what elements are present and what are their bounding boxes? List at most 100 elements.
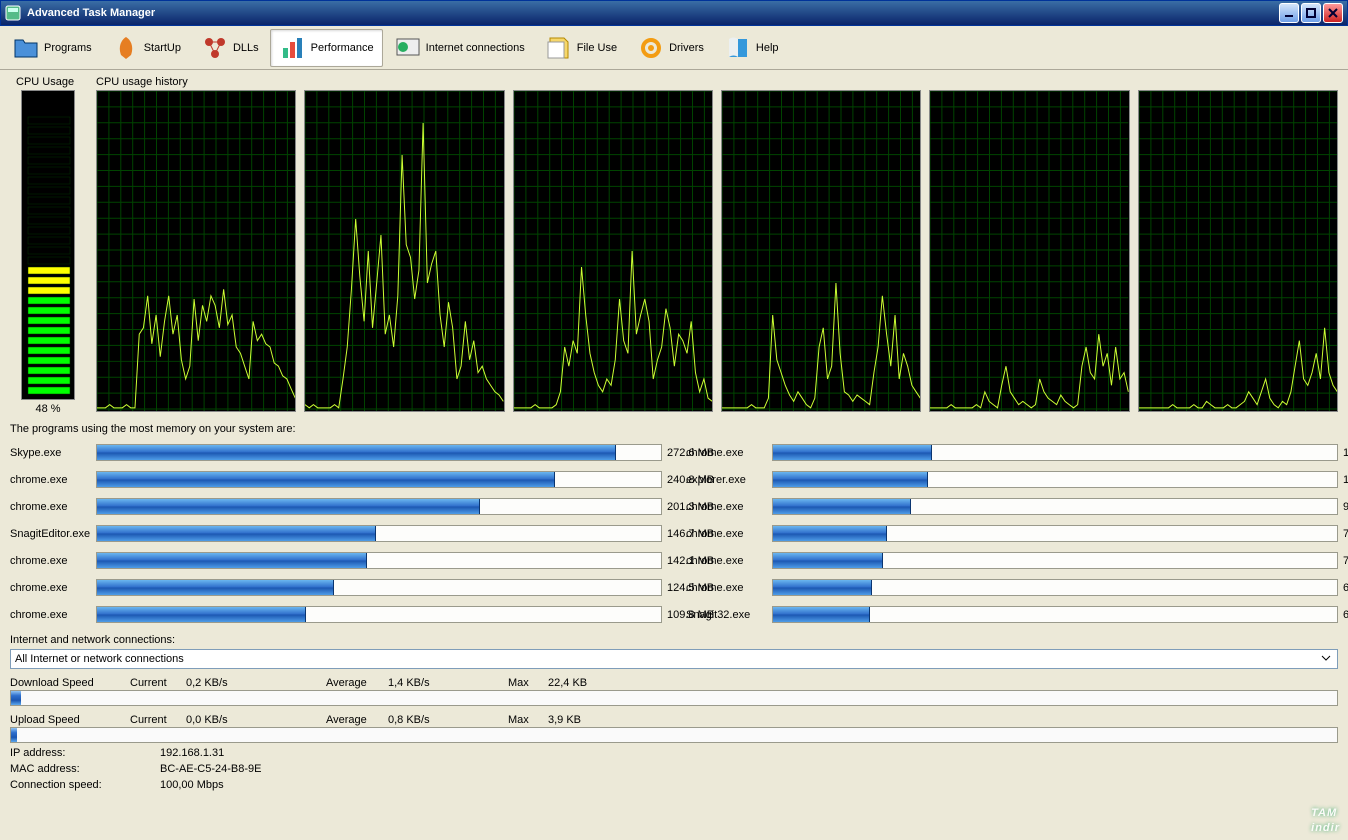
memory-value: 142.1 MB — [661, 552, 714, 569]
tab-label: Drivers — [669, 42, 704, 54]
memory-row: SnagitEditor.exe146.7 MB — [10, 520, 662, 547]
folder-icon — [12, 34, 40, 62]
download-avg-label: Average — [326, 677, 388, 689]
tab-label: Internet connections — [426, 42, 525, 54]
memory-bar: 201.3 MB — [96, 498, 662, 515]
cpu-graph-core0 — [96, 90, 296, 412]
memory-bar: 104.3 MB — [772, 471, 1338, 488]
mac-value: BC-AE-C5-24-B8-9E — [160, 763, 261, 775]
memory-bar: 272.6 MB — [96, 444, 662, 461]
tab-label: StartUp — [144, 42, 181, 54]
maximize-button[interactable] — [1301, 3, 1321, 23]
upload-avg-label: Average — [326, 714, 388, 726]
memory-bar: 109.8 MB — [96, 606, 662, 623]
globe-icon — [394, 34, 422, 62]
tab-drivers[interactable]: Drivers — [628, 29, 713, 67]
tab-label: Programs — [44, 42, 92, 54]
memory-bar: 76.7 MB — [772, 525, 1338, 542]
network-connections-dropdown[interactable]: All Internet or network connections — [10, 649, 1338, 669]
download-current-label: Current — [130, 677, 186, 689]
memory-row: chrome.exe66.2 MB — [686, 574, 1338, 601]
memory-row: chrome.exe109.8 MB — [10, 601, 662, 628]
download-avg-value: 1,4 KB/s — [388, 677, 508, 689]
cpu-percent: 48 % — [10, 403, 86, 415]
tab-dlls[interactable]: DLLs — [192, 29, 268, 67]
process-name: chrome.exe — [10, 501, 96, 513]
tab-help[interactable]: Help — [715, 29, 788, 67]
memory-row: explorer.exe104.3 MB — [686, 466, 1338, 493]
upload-speed-row: Upload Speed Current 0,0 KB/s Average 0,… — [10, 714, 1338, 726]
memory-bar: 66.2 MB — [772, 579, 1338, 596]
tab-performance[interactable]: Performance — [270, 29, 383, 67]
process-name: chrome.exe — [10, 609, 96, 621]
dropdown-value: All Internet or network connections — [15, 653, 184, 665]
upload-max-value: 3,9 KB — [548, 714, 668, 726]
tab-file-use[interactable]: File Use — [536, 29, 626, 67]
memory-value: 109.8 MB — [661, 606, 714, 623]
tab-label: Performance — [311, 42, 374, 54]
upload-speed-bar — [10, 727, 1338, 743]
memory-value: 107 MB — [1337, 444, 1348, 461]
tab-programs[interactable]: Programs — [3, 29, 101, 67]
close-button[interactable] — [1323, 3, 1343, 23]
tab-label: File Use — [577, 42, 617, 54]
upload-label: Upload Speed — [10, 714, 130, 726]
memory-value: 65.3 MB — [1337, 606, 1348, 623]
memory-value: 146.7 MB — [661, 525, 714, 542]
connspeed-value: 100,00 Mbps — [160, 779, 224, 791]
cpu-graph-core5 — [1138, 90, 1338, 412]
memory-heading: The programs using the most memory on yo… — [10, 423, 1338, 435]
content: CPU Usage 48 % CPU usage history The pro… — [0, 70, 1348, 795]
memory-value: 66.2 MB — [1337, 579, 1348, 596]
memory-value: 240.8 MB — [661, 471, 714, 488]
memory-row: chrome.exe73.9 MB — [686, 547, 1338, 574]
process-name: SnagitEditor.exe — [10, 528, 96, 540]
download-current-value: 0,2 KB/s — [186, 677, 326, 689]
memory-bar: 146.7 MB — [96, 525, 662, 542]
tab-label: DLLs — [233, 42, 259, 54]
files-icon — [545, 34, 573, 62]
memory-value: 76.7 MB — [1337, 525, 1348, 542]
tab-startup[interactable]: StartUp — [103, 29, 190, 67]
memory-row: chrome.exe240.8 MB — [10, 466, 662, 493]
download-max-label: Max — [508, 677, 548, 689]
download-speed-bar — [10, 690, 1338, 706]
process-name: chrome.exe — [10, 474, 96, 486]
download-label: Download Speed — [10, 677, 130, 689]
tab-label: Help — [756, 42, 779, 54]
memory-bar: 92.4 MB — [772, 498, 1338, 515]
watermark: TAMindir — [1311, 799, 1340, 834]
memory-bar: 65.3 MB — [772, 606, 1338, 623]
memory-bar: 142.1 MB — [96, 552, 662, 569]
memory-row: chrome.exe76.7 MB — [686, 520, 1338, 547]
minimize-button[interactable] — [1279, 3, 1299, 23]
app-icon — [5, 5, 21, 21]
cpu-usage-label: CPU Usage — [10, 76, 86, 88]
upload-max-label: Max — [508, 714, 548, 726]
process-name: chrome.exe — [10, 582, 96, 594]
process-name: chrome.exe — [10, 555, 96, 567]
ip-value: 192.168.1.31 — [160, 747, 224, 759]
titlebar: Advanced Task Manager — [0, 0, 1348, 26]
bars-icon — [279, 34, 307, 62]
memory-value: 272.6 MB — [661, 444, 714, 461]
memory-row: chrome.exe107 MB — [686, 439, 1338, 466]
window-title: Advanced Task Manager — [27, 7, 1277, 19]
tab-internet-connections[interactable]: Internet connections — [385, 29, 534, 67]
cpu-graph-core1 — [304, 90, 504, 412]
connspeed-label: Connection speed: — [10, 779, 160, 791]
memory-row: Skype.exe272.6 MB — [10, 439, 662, 466]
memory-value: 92.4 MB — [1337, 498, 1348, 515]
ip-label: IP address: — [10, 747, 160, 759]
network-heading: Internet and network connections: — [10, 634, 1338, 646]
cpu-history-label: CPU usage history — [96, 76, 1338, 88]
gear-icon — [637, 34, 665, 62]
process-name: Skype.exe — [10, 447, 96, 459]
molecule-icon — [201, 34, 229, 62]
memory-bar: 73.9 MB — [772, 552, 1338, 569]
download-speed-row: Download Speed Current 0,2 KB/s Average … — [10, 677, 1338, 689]
memory-row: chrome.exe92.4 MB — [686, 493, 1338, 520]
upload-current-value: 0,0 KB/s — [186, 714, 326, 726]
memory-value: 104.3 MB — [1337, 471, 1348, 488]
cpu-graph-core3 — [721, 90, 921, 412]
